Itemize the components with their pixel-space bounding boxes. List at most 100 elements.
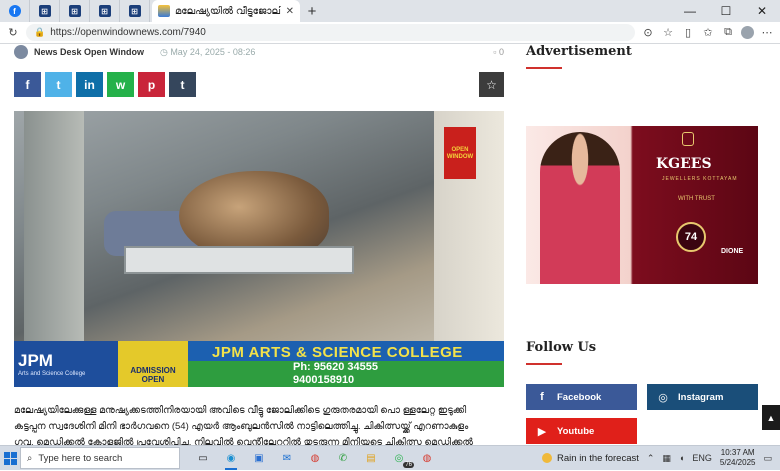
comment-count-text: 0	[498, 47, 504, 57]
browser-tab-strip: f ⊞ ⊞ ⊞ ⊞ മലേഷ്യയിൽ വീട്ടുജോലി... ✕ + — …	[0, 0, 780, 22]
tab-openwindow-3[interactable]: ⊞	[90, 0, 120, 22]
openwindow-favicon-icon: ⊞	[38, 5, 51, 17]
youtube-icon: ▶	[537, 425, 547, 438]
openwindow-favicon-icon: ⊞	[128, 5, 141, 17]
weather-text: Rain in the forecast	[557, 452, 639, 464]
language-indicator[interactable]: ENG	[692, 453, 712, 463]
publish-date: ◷ May 24, 2025 - 08:26	[160, 47, 255, 58]
taskbar-search[interactable]: ⌕ Type here to search	[20, 447, 180, 469]
bookmark-star-button[interactable]: ☆	[479, 72, 504, 97]
body-line: മലേഷ്യയിലേക്കുള്ള മനുഷ്യക്കടത്തിനിരയായി …	[14, 405, 467, 416]
reader-mode-icon[interactable]: ⊙	[641, 26, 655, 40]
more-menu-icon[interactable]: ⋯	[760, 26, 774, 40]
tab-facebook[interactable]: f	[0, 0, 30, 22]
clock[interactable]: 10:37 AM 5/24/2025	[720, 448, 756, 468]
tab-openwindow-4[interactable]: ⊞	[120, 0, 150, 22]
jpm-logo-text: JPM	[18, 350, 53, 370]
ambulance-door	[24, 111, 84, 341]
follow-label: Instagram	[678, 391, 724, 403]
openwindow-watermark-logo: OPEN WINDOW	[444, 127, 476, 179]
store-icon[interactable]: ▣	[248, 447, 270, 469]
share-facebook-button[interactable]: f	[14, 72, 41, 97]
maximize-button[interactable]: ☐	[708, 0, 744, 22]
scroll-to-top-button[interactable]: ▲	[762, 405, 780, 430]
window-controls: — ☐ ✕	[672, 0, 780, 22]
favorite-star-icon[interactable]: ☆	[661, 26, 675, 40]
article-meta: News Desk Open Window ◷ May 24, 2025 - 0…	[14, 44, 504, 60]
kgees-sub: JEWELLERS KOTTAYAM	[662, 176, 738, 182]
follow-label: Youtube	[557, 425, 595, 437]
chrome-icon[interactable]: ◍	[304, 447, 326, 469]
windows-logo-icon	[3, 451, 17, 465]
jpm-logo-sub: Arts and Science College	[18, 370, 86, 377]
tab-openwindow-1[interactable]: ⊞	[30, 0, 60, 22]
tab-close-icon[interactable]: ✕	[286, 6, 294, 17]
follow-us-heading: Follow Us	[526, 340, 597, 355]
file-explorer-icon[interactable]: ▤	[360, 447, 382, 469]
kgees-crest-icon	[682, 132, 694, 146]
tab-openwindow-2[interactable]: ⊞	[60, 0, 90, 22]
search-icon: ⌕	[27, 452, 33, 464]
phone-2: 9400158910	[293, 373, 355, 386]
share-buttons: f t in w p t ☆	[14, 72, 504, 97]
stretcher	[124, 246, 354, 274]
close-window-button[interactable]: ✕	[744, 0, 780, 22]
start-button[interactable]	[0, 446, 20, 471]
weather-icon	[542, 453, 553, 463]
instagram-icon: ◎	[658, 391, 668, 404]
whatsapp-badge: 76	[403, 462, 414, 468]
openwindow-favicon-icon: ⊞	[68, 5, 81, 17]
url-field[interactable]: 🔒 https://openwindownews.com/7940	[26, 24, 635, 41]
author-name[interactable]: News Desk Open Window	[34, 47, 144, 57]
date-text: May 24, 2025 - 08:26	[170, 46, 256, 57]
weather-widget[interactable]: Rain in the forecast	[542, 453, 639, 464]
facebook-icon: f	[540, 391, 544, 403]
network-icon[interactable]: ▦	[662, 453, 671, 464]
share-pinterest-button[interactable]: p	[138, 72, 165, 97]
college-info-block: JPM ARTS & SCIENCE COLLEGE Ph: 95620 345…	[188, 341, 504, 387]
share-tumblr-button[interactable]: t	[169, 72, 196, 97]
tab-title: മലേഷ്യയിൽ വീട്ടുജോലി...	[175, 5, 281, 17]
minimize-button[interactable]: —	[672, 0, 708, 22]
clock-time: 10:37 AM	[720, 448, 755, 457]
follow-facebook-button[interactable]: f Facebook	[526, 384, 637, 410]
phone-1: Ph: 95620 34555	[293, 361, 379, 373]
lock-icon[interactable]: 🔒	[34, 27, 45, 38]
advertisement-heading: Advertisement	[526, 44, 632, 59]
address-bar: ↻ 🔒 https://openwindownews.com/7940 ⊙ ☆ …	[0, 22, 780, 44]
new-tab-button[interactable]: +	[300, 0, 324, 22]
task-view-icon[interactable]: ▭	[192, 447, 214, 469]
share-linkedin-button[interactable]: in	[76, 72, 103, 97]
mail-icon[interactable]: ✉	[276, 447, 298, 469]
taskbar-apps: ▭ ◉ ▣ ✉ ◍ ✆ ▤ ◎ 76 ◍	[192, 447, 438, 470]
collections-icon[interactable]: ⧉	[721, 26, 735, 40]
edge-browser-icon[interactable]: ◉	[220, 447, 242, 470]
body-line: ഗവ. മെഡിക്കൽ കോളജിൽ പ്രവേശിപ്പിച്ചു. നില…	[14, 437, 473, 445]
notifications-icon[interactable]: ▭	[763, 453, 772, 464]
chevron-up-icon[interactable]: ⌃	[647, 453, 655, 464]
dione-partner: DIONE	[721, 248, 744, 255]
comment-count[interactable]: ▫ 0	[493, 47, 504, 57]
web-page: News Desk Open Window ◷ May 24, 2025 - 0…	[0, 44, 780, 445]
jpm-college-ad-banner[interactable]: JPM Arts and Science College ADMISSION O…	[14, 341, 504, 387]
share-whatsapp-button[interactable]: w	[107, 72, 134, 97]
follow-youtube-button[interactable]: ▶ Youtube	[526, 418, 637, 444]
search-placeholder: Type here to search	[38, 452, 123, 464]
whatsapp-icon[interactable]: ◎ 76	[388, 447, 414, 469]
heading-underline	[526, 363, 562, 365]
phone-app-icon[interactable]: ✆	[332, 447, 354, 469]
facebook-favicon-icon: f	[8, 5, 21, 17]
tab-active[interactable]: മലേഷ്യയിൽ വീട്ടുജോലി... ✕	[152, 0, 300, 22]
refresh-icon[interactable]: ↻	[6, 26, 20, 40]
share-twitter-button[interactable]: t	[45, 72, 72, 97]
profile-avatar[interactable]	[741, 26, 754, 39]
chrome-profile-icon[interactable]: ◍	[416, 447, 438, 469]
split-screen-icon[interactable]: ▯	[681, 26, 695, 40]
kgees-jewellers-ad[interactable]: KGEES JEWELLERS KOTTAYAM WITH TRUST 74 D…	[526, 126, 758, 284]
volume-icon[interactable]: ◖	[679, 453, 684, 463]
url-text: https://openwindownews.com/7940	[50, 27, 206, 38]
openwindow-favicon-icon: ⊞	[98, 5, 111, 17]
favorites-icon[interactable]: ✩	[701, 26, 715, 40]
article-photo: OPEN WINDOW	[14, 111, 504, 341]
follow-instagram-button[interactable]: ◎ Instagram	[647, 384, 758, 410]
